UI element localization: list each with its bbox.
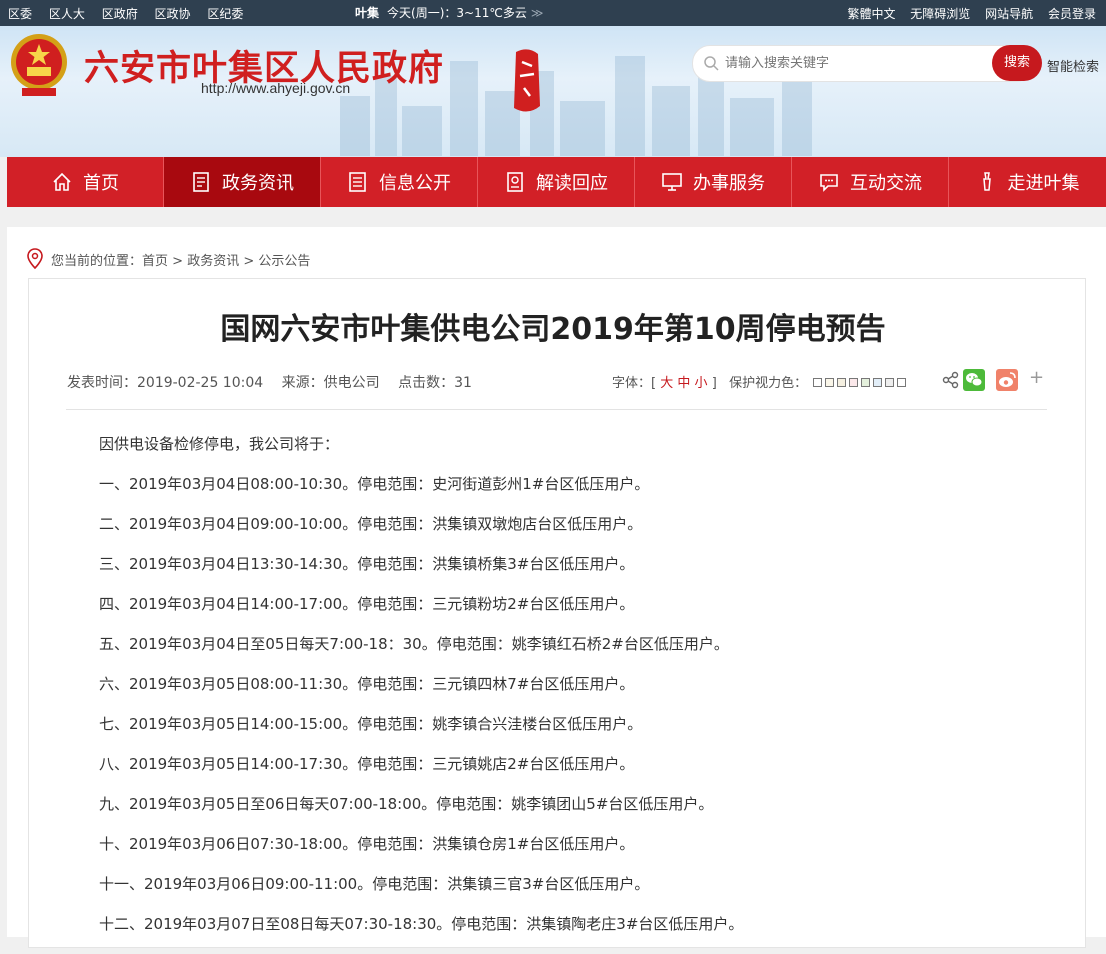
- nav-item-home[interactable]: 首页: [7, 157, 164, 207]
- article-meta: 发表时间：2019-02-25 10:04 来源：供电公司 点击数：31: [67, 372, 486, 392]
- top-link-quzhengfu[interactable]: 区政府: [102, 7, 138, 21]
- swatch-4[interactable]: [849, 378, 859, 387]
- nav-label: 解读回应: [536, 173, 608, 194]
- article-title: 国网六安市叶集供电公司2019年第10周停电预告: [220, 312, 886, 347]
- article-line: 十、2019年03月06日07:30-18:00。停电范围：洪集镇仓房1#台区低…: [99, 835, 635, 853]
- site-url: http://www.ahyeji.gov.cn: [201, 80, 351, 96]
- nav-item-news[interactable]: 政务资讯: [164, 157, 321, 207]
- nav-label: 办事服务: [693, 173, 765, 194]
- article-line: 五、2019年03月04日至05日每天7:00-18：30。停电范围：姚李镇红石…: [99, 635, 729, 653]
- swatch-5[interactable]: [861, 378, 871, 387]
- top-link-qujiwei[interactable]: 区纪委: [207, 7, 243, 21]
- swatch-1[interactable]: [813, 378, 823, 387]
- breadcrumb-sep: >: [239, 254, 259, 269]
- breadcrumb-notices[interactable]: 公示公告: [258, 254, 310, 269]
- swatch-6[interactable]: [873, 378, 883, 387]
- article-line: 四、2019年03月04日14:00-17:00。停电范围：三元镇粉坊2#台区低…: [99, 595, 635, 613]
- meta-divider: [66, 409, 1047, 410]
- breadcrumb-home[interactable]: 首页: [142, 254, 168, 269]
- nav-item-disclosure[interactable]: 信息公开: [321, 157, 478, 207]
- swatch-8[interactable]: [897, 378, 907, 387]
- weather-arrow-icon[interactable]: ≫: [531, 6, 544, 20]
- main-nav: 首页 政务资讯 信息公开 解读回应 办事服务 互动交流 走进叶集: [7, 157, 1106, 207]
- top-right-links: 繁體中文 无障碍浏览 网站导航 会员登录: [836, 5, 1096, 22]
- nav-item-interpretation[interactable]: 解读回应: [478, 157, 635, 207]
- breadcrumb-news[interactable]: 政务资讯: [187, 254, 239, 269]
- publish-time: 发表时间：2019-02-25 10:04: [67, 375, 264, 391]
- swatch-7[interactable]: [885, 378, 895, 387]
- article-line: 二、2019年03月04日09:00-10:00。停电范围：洪集镇双墩炮店台区低…: [99, 515, 643, 533]
- click-count: 点击数：31: [398, 375, 472, 391]
- article-line: 一、2019年03月04日08:00-10:30。停电范围：史河街道彭州1#台区…: [99, 475, 650, 493]
- home-icon: [53, 172, 71, 191]
- nav-label: 互动交流: [850, 173, 922, 194]
- nav-label: 首页: [83, 173, 119, 194]
- nav-label: 政务资讯: [222, 173, 294, 194]
- top-links: 区委 区人大 区政府 区政协 区纪委: [8, 5, 256, 22]
- badge-icon: [507, 172, 523, 192]
- article-body: 因供电设备检修停电，我公司将于： 一、2019年03月04日08:00-10:3…: [99, 434, 743, 954]
- search-icon: [704, 56, 719, 71]
- search-input[interactable]: [723, 55, 987, 72]
- document-icon: [193, 172, 209, 192]
- article-line: 三、2019年03月04日13:30-14:30。停电范围：洪集镇桥集3#台区低…: [99, 555, 635, 573]
- nav-item-services[interactable]: 办事服务: [635, 157, 792, 207]
- font-size-medium[interactable]: 中: [677, 376, 690, 391]
- font-size-label: 字体：: [612, 376, 652, 391]
- list-icon: [349, 172, 366, 192]
- site-nav-link[interactable]: 网站导航: [985, 7, 1033, 21]
- location-pin-icon: [27, 248, 43, 270]
- nav-label: 信息公开: [379, 173, 451, 194]
- font-size-small[interactable]: 小: [695, 376, 708, 391]
- nav-label: 走进叶集: [1007, 173, 1080, 194]
- swatch-3[interactable]: [837, 378, 847, 387]
- member-login-link[interactable]: 会员登录: [1048, 7, 1096, 21]
- wechat-icon[interactable]: [963, 369, 985, 391]
- nav-item-interaction[interactable]: 互动交流: [792, 157, 949, 207]
- landmark-icon: [982, 172, 991, 191]
- weather-text: 今天(周一)：3~11℃多云: [387, 6, 527, 20]
- article-line: 十一、2019年03月06日09:00-11:00。停电范围：洪集镇三官3#台区…: [99, 875, 650, 893]
- top-link-quzhengxie[interactable]: 区政协: [155, 7, 191, 21]
- eye-care-label: 保护视力色：: [729, 376, 808, 391]
- swatch-2[interactable]: [825, 378, 835, 387]
- search-button[interactable]: 搜索: [992, 45, 1042, 81]
- article-line: 七、2019年03月05日14:00-15:00。停电范围：姚李镇合兴洼楼台区低…: [99, 715, 643, 733]
- article-tools: 字体：[ 大 中 小 ] 保护视力色：: [612, 372, 909, 391]
- eye-care-swatches: [813, 376, 909, 391]
- share-icon[interactable]: [940, 369, 962, 391]
- search-box: [692, 45, 1034, 82]
- article-line: 因供电设备检修停电，我公司将于：: [99, 435, 340, 453]
- top-link-qurenda[interactable]: 区人大: [49, 7, 85, 21]
- accessibility-link[interactable]: 无障碍浏览: [910, 7, 970, 21]
- chat-icon: [820, 174, 838, 192]
- font-size-large[interactable]: 大: [660, 376, 673, 391]
- article-source: 来源：供电公司: [281, 375, 380, 391]
- weather-place: 叶集: [355, 6, 380, 20]
- top-link-quwei[interactable]: 区委: [8, 7, 32, 21]
- traditional-chinese-link[interactable]: 繁體中文: [847, 7, 895, 21]
- top-bar: 区委 区人大 区政府 区政协 区纪委 叶集 今天(周一)：3~11℃多云 ≫ 繁體中…: [0, 0, 1106, 26]
- monitor-icon: [662, 173, 682, 191]
- article-line: 十二、2019年03月07日至08日每天07:30-18:30。停电范围：洪集镇…: [99, 915, 744, 933]
- breadcrumb-prefix: 您当前的位置：: [51, 254, 143, 269]
- smart-search-link[interactable]: 智能检索: [1047, 56, 1099, 75]
- more-share-icon[interactable]: +: [1029, 367, 1044, 388]
- national-emblem-icon: [11, 34, 67, 96]
- weather-info: 叶集 今天(周一)：3~11℃多云 ≫: [355, 4, 543, 21]
- breadcrumb-sep: >: [168, 254, 188, 269]
- article-line: 九、2019年03月05日至06日每天07:00-18:00。停电范围：姚李镇团…: [99, 795, 714, 813]
- article-line: 八、2019年03月05日14:00-17:30。停电范围：三元镇姚店2#台区低…: [99, 755, 635, 773]
- article-line: 六、2019年03月05日08:00-11:30。停电范围：三元镇四林7#台区低…: [99, 675, 635, 693]
- seal-logo-icon: [514, 49, 540, 112]
- nav-item-about-yeji[interactable]: 走进叶集: [949, 157, 1106, 207]
- weibo-icon[interactable]: [996, 369, 1018, 391]
